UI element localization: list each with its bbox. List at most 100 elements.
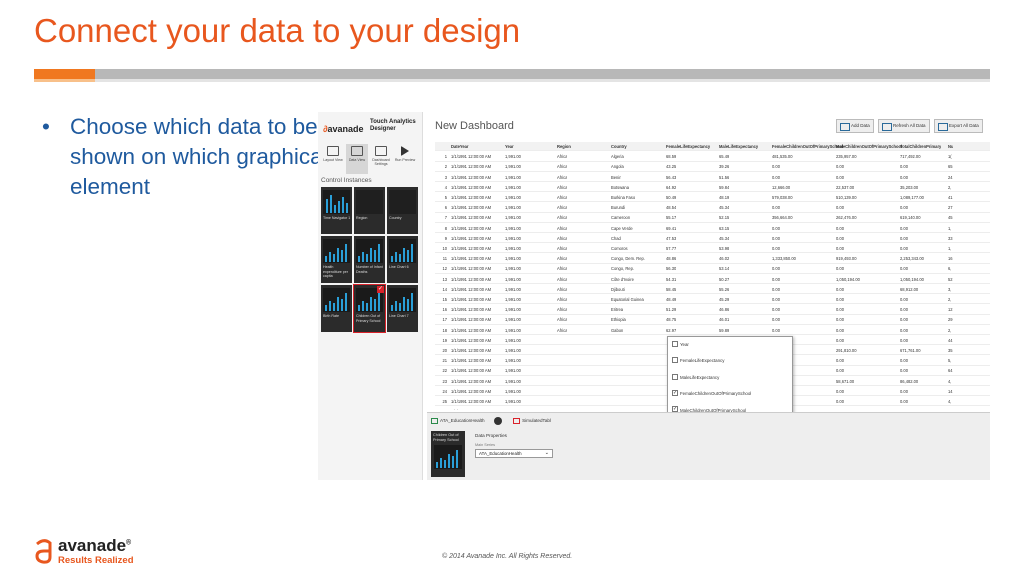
tab-simulatedtable[interactable]: SimulatedTabl [513,416,551,426]
tile-time-navigator[interactable]: Time Navigator 1 [321,187,352,234]
table-cell: 1,991.00 [505,235,521,241]
table-cell: 48.86 [666,256,677,262]
table-row[interactable]: 3 1/1/1991 12:00:00 AM 1,991.00 Africa Benin… [435,173,990,182]
field-option[interactable]: MaleLifeExpectancy [672,373,719,384]
footer-tagline: Results Realized [58,555,134,566]
table-row[interactable]: 11 1/1/1991 12:00:00 AM 1,991.00 Africa Cong… [435,254,990,264]
selected-tile-preview: Children Out of Primary School [431,431,465,477]
column-header[interactable]: FemaleChildrenOutOfPrimarySchool [772,142,843,151]
column-header[interactable]: Country [611,142,627,151]
field-option[interactable]: Year [672,340,689,351]
table-cell: 1/1/1991 12:00:00 AM [451,225,492,231]
table-cell: 0.00 [900,317,908,323]
tile-children-out-of-school[interactable]: ✓ Children Out of Primary School [353,284,386,333]
column-header[interactable]: Year [505,142,514,151]
table-row[interactable]: 6 1/1/1991 12:00:00 AM 1,991.00 Africa Burun… [435,203,990,213]
tool-dashboard-settings[interactable]: Dashboard Settings [370,144,392,174]
table-cell: 0.00 [900,337,908,343]
tool-label: Layout View [323,158,343,162]
table-row[interactable]: 13 1/1/1991 12:00:00 AM 1,991.00 Africa Côte… [435,275,990,284]
tile-country[interactable]: Country [387,187,418,234]
table-row[interactable]: 4 1/1/1991 12:00:00 AM 1,991.00 Africa Botsw… [435,183,990,193]
table-cell: 55.26 [719,286,730,292]
table-cell: 10 [442,246,447,251]
checkbox-icon[interactable] [672,340,678,347]
column-header[interactable]: MaleChildrenOutOfPrimarySchool [836,142,902,151]
table-cell: 0.00 [836,297,844,302]
checkbox-icon[interactable] [672,373,678,380]
table-row[interactable]: 8 1/1/1991 12:00:00 AM 1,991.00 Africa Cape … [435,224,990,233]
table-cell: 3 [444,174,447,180]
field-option[interactable]: FemaleLifeExpectancy [672,357,724,367]
table-cell: 56.43 [666,174,677,180]
table-cell: 0.00 [836,235,844,241]
table-row[interactable]: 15 1/1/1991 12:00:00 AM 1,991.00 Africa Equa… [435,295,990,305]
table-cell: 48.54 [666,205,677,211]
main-series-select[interactable]: ATA_EducationHealth ⌄ [475,449,553,458]
column-header[interactable]: DateYear [451,142,469,151]
table-row[interactable]: 16 1/1/1991 12:00:00 AM 1,991.00 Africa Erit… [435,305,990,315]
tile-line-chart-7[interactable]: Line Chart 7 [387,285,418,332]
table-cell: 19 [442,337,447,343]
checkbox-checked-icon[interactable]: ✓ [672,390,678,397]
tool-data-view[interactable]: Data View [346,144,368,174]
table-cell: Africa [557,225,568,231]
table-row[interactable]: 18 1/1/1991 12:00:00 AM 1,991.00 Africa Gabo… [435,326,990,335]
table-cell: 0.00 [900,246,908,251]
table-row[interactable]: 5 1/1/1991 12:00:00 AM 1,991.00 Africa Burki… [435,193,990,203]
tool-layout-view[interactable]: Layout View [322,144,344,174]
table-cell: 48.75 [666,317,677,323]
table-cell: Eritrea [611,307,624,313]
refresh-all-data-button[interactable]: Refresh All Data [878,119,930,133]
table-cell: 0.00 [836,246,844,251]
tool-run-preview[interactable]: Run Preview [394,144,416,174]
table-cell: 1,991.00 [505,154,521,160]
tile-line-chart-6[interactable]: Line Chart 6 [387,236,418,283]
table-cell: 18 [442,327,447,333]
table-row[interactable]: 10 1/1/1991 12:00:00 AM 1,991.00 Africa Como… [435,244,990,254]
designer-tools: Layout View Data View Dashboard Settings… [322,144,422,176]
column-header[interactable]: FemaleLifeExpectancy [666,142,710,151]
table-cell: Africa [557,195,568,200]
control-instances-label: Control Instances [321,177,372,184]
table-cell: 86,482.00 [900,378,919,384]
tile-list-preview [389,190,416,214]
tile-health-expenditure[interactable]: Health expenditure per capita [321,236,352,283]
export-all-data-button[interactable]: Export All Data [934,119,983,133]
table-cell: 510,139.00 [836,195,857,200]
table-cell: 17 [442,317,447,323]
table-cell: 35 [948,348,953,353]
column-header[interactable]: Region [557,142,571,151]
table-cell: 24 [948,174,953,180]
tile-infant-deaths[interactable]: Number of Infant Deaths [354,236,385,283]
column-header[interactable]: MaleLifeExpectancy [719,142,758,151]
table-row[interactable]: 12 1/1/1991 12:00:00 AM 1,991.00 Africa Cong… [435,264,990,274]
table-cell: 59.84 [719,184,730,190]
field-option[interactable]: ✓ FemaleChildrenOutOfPrimarySchool [672,390,751,400]
table-row[interactable]: 17 1/1/1991 12:00:00 AM 1,991.00 Africa Ethi… [435,315,990,325]
table-row[interactable]: 14 1/1/1991 12:00:00 AM 1,991.00 Africa Djib… [435,285,990,295]
table-cell: 16 [948,256,953,262]
tab-ata-educationhealth[interactable]: ATA_EducationHealth [431,416,485,426]
table-cell: 1/1/1991 12:00:00 AM [451,184,492,190]
table-row[interactable]: 7 1/1/1991 12:00:00 AM 1,991.00 Africa Camer… [435,213,990,223]
tab-close[interactable] [493,416,504,426]
table-cell: 1/1/1991 12:00:00 AM [451,327,492,333]
table-row[interactable]: 2 1/1/1991 12:00:00 AM 1,991.00 Africa Angol… [435,162,990,172]
tile-birth-rate[interactable]: Birth Rate [321,285,352,332]
add-data-button[interactable]: Add Data [836,119,874,133]
table-cell: 1,991.00 [505,225,521,231]
tile-region[interactable]: Region [354,187,385,234]
column-header[interactable]: Nu [948,142,953,151]
table-cell: 57.77 [666,246,677,251]
column-header[interactable]: TotalChildrenPrimary [900,142,941,151]
table-cell: 1,991.00 [505,368,521,374]
tile-label: Birth Rate [323,314,339,318]
table-cell: 1/1/1991 12:00:00 AM [451,286,492,292]
checkbox-icon[interactable] [672,357,678,364]
table-row[interactable]: 1 1/1/1991 12:00:00 AM 1,991.00 Africa Alger… [435,152,990,162]
bottom-panel: ATA_EducationHealth SimulatedTabl Childr… [427,412,990,480]
table-row[interactable]: 9 1/1/1991 12:00:00 AM 1,991.00 Africa Chad 4… [435,234,990,244]
table-cell: 23 [442,378,447,384]
table-cell: 29 [948,317,953,323]
